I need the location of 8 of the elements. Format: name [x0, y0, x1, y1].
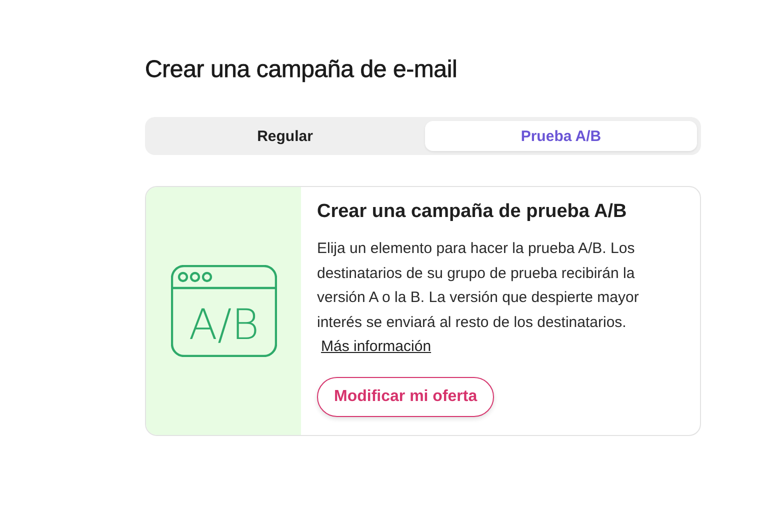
modify-offer-button[interactable]: Modificar mi oferta	[317, 376, 494, 416]
tab[interactable]: Prueba A/B	[425, 121, 697, 151]
tab[interactable]: Regular	[149, 121, 421, 151]
more-info-link[interactable]: Más información	[321, 338, 432, 355]
page-title: Crear una campaña de e-mail	[145, 56, 458, 84]
card-heading: Crear una campaña de prueba A/B	[317, 201, 628, 223]
ab-test-icon: A/B	[170, 265, 276, 357]
description: Elija un elemento para hacer la prueba A/B. Los destinatarios de su grupo de prueba recibirán la versión A o la B. La versión que despierte mayor interés se enviará al resto de los destinatarios. Más información	[317, 239, 640, 357]
